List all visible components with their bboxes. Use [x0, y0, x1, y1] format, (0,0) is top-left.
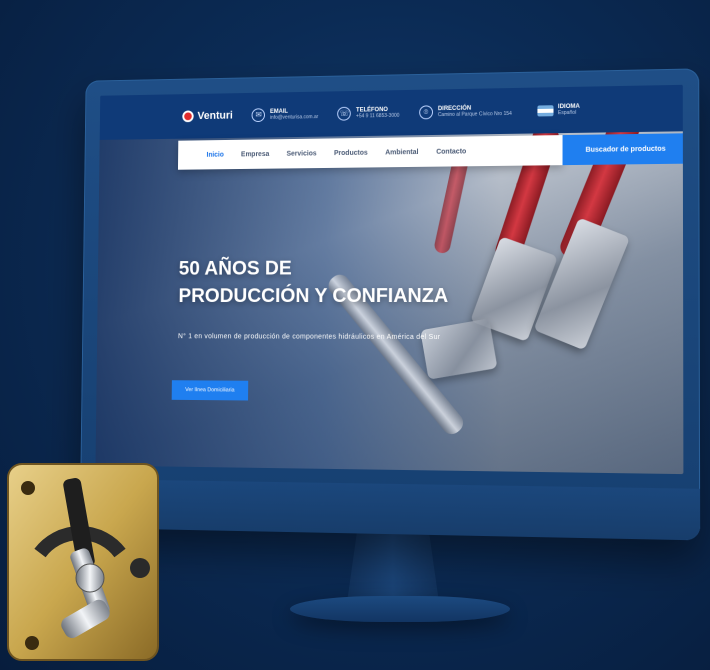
header-address[interactable]: ⌾ DIRECCIÓN Camino al Parque Cívico Nro …: [419, 104, 512, 120]
hero-section: 50 AÑOS DE PRODUCCIÓN Y CONFIANZA N° 1 e…: [95, 131, 684, 475]
nav-item-ambiental[interactable]: Ambiental: [385, 149, 418, 156]
hero-title: 50 AÑOS DE PRODUCCIÓN Y CONFIANZA: [178, 254, 448, 310]
logo-icon: [182, 110, 194, 123]
nav-item-contacto[interactable]: Contacto: [436, 148, 466, 155]
brass-valve-product-image: [7, 463, 159, 661]
nav-item-inicio[interactable]: Inicio: [206, 151, 223, 158]
hero-title-line1: 50 AÑOS DE: [178, 257, 292, 280]
language-value: Español: [557, 109, 577, 117]
email-icon: ✉: [251, 108, 266, 123]
site-logo[interactable]: Venturi: [182, 109, 233, 123]
nav-item-empresa[interactable]: Empresa: [241, 151, 269, 158]
monitor-screen: Venturi ✉ EMAIL info@venturisa.com.ar ☏ …: [95, 84, 684, 475]
nav-item-servicios[interactable]: Servicios: [287, 150, 317, 157]
header-email[interactable]: ✉ EMAIL info@venturisa.com.ar: [251, 107, 319, 123]
monitor-stand-neck: [346, 526, 440, 604]
logo-text: Venturi: [197, 109, 233, 122]
header-address-value: Camino al Parque Cívico Nro 154: [437, 110, 512, 119]
valve-graphic: [533, 217, 631, 351]
monitor-chin: [79, 478, 701, 541]
nav-menu: Inicio Empresa Servicios Productos Ambie…: [177, 135, 563, 170]
product-search-button[interactable]: Buscador de productos: [562, 133, 684, 166]
hero-cta-button[interactable]: Ver línea Domiciliaria: [171, 380, 249, 401]
nav-item-productos[interactable]: Productos: [334, 149, 368, 156]
hero-title-line2: PRODUCCIÓN Y CONFIANZA: [178, 285, 449, 307]
phone-icon: ☏: [337, 106, 352, 121]
header-email-value: info@venturisa.com.ar: [269, 114, 319, 121]
location-icon: ⌾: [419, 105, 433, 120]
language-selector[interactable]: IDIOMA Español: [537, 104, 580, 117]
argentina-flag-icon: [537, 104, 554, 116]
monitor: Venturi ✉ EMAIL info@venturisa.com.ar ☏ …: [79, 68, 701, 541]
header-phone[interactable]: ☏ TELÉFONO +54 9 11 6853-3000: [337, 106, 400, 121]
header-phone-value: +54 9 11 6853-3000: [355, 112, 400, 120]
main-nav: Inicio Empresa Servicios Productos Ambie…: [177, 133, 684, 170]
hero-subtitle: N° 1 en volumen de producción de compone…: [178, 333, 441, 341]
valve-graphic: [420, 318, 498, 380]
monitor-stand-base: [290, 596, 510, 622]
